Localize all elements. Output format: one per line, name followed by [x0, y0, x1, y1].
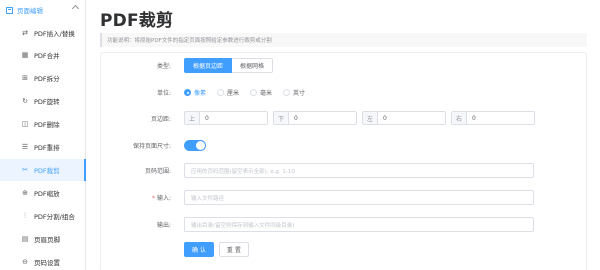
- unit-radio-cm[interactable]: 厘米: [217, 88, 239, 97]
- radio-label: 英寸: [293, 89, 306, 97]
- sidebar-group-page-edit[interactable]: 页面编辑: [0, 0, 86, 20]
- trash-icon: ◫: [21, 119, 29, 128]
- zoom-icon: ⊕: [22, 188, 28, 197]
- margin-top-prefix: 上: [185, 112, 200, 124]
- page-number-icon: ⊖: [22, 257, 28, 266]
- sidebar-item-reorder[interactable]: ☰ PDF重排: [0, 136, 86, 158]
- sidebar-group-label: 页面编辑: [17, 7, 43, 15]
- sidebar-item-label: PDF分割/组合: [34, 213, 75, 221]
- sidebar-item-label: PDF删除: [34, 121, 60, 129]
- sidebar-item-zoom[interactable]: ⊕ PDF缩放: [0, 182, 86, 204]
- chevron-up-icon: [71, 4, 80, 13]
- actions-row: 确 认 重 置: [101, 242, 588, 257]
- list-icon: ☰: [21, 142, 29, 151]
- split-icon: ⊞: [22, 73, 28, 82]
- keep-size-label: 保持页面尺寸:: [132, 142, 171, 150]
- sidebar-item-split-combine[interactable]: ⫶ PDF分割/组合: [0, 205, 86, 227]
- sidebar-item-label: PDF裁剪: [34, 167, 60, 175]
- radio-checked-icon: [184, 88, 191, 96]
- output-row: 输出: 输出目录(留空则保存到输入文件同级目录): [101, 217, 588, 232]
- confirm-button[interactable]: 确 认: [184, 242, 214, 257]
- sidebar-item-label: 页码设置: [34, 259, 60, 267]
- radio-icon: [217, 88, 225, 96]
- sidebar-item-crop[interactable]: ✂ PDF裁剪: [0, 159, 86, 181]
- scissors-icon: ✂: [22, 165, 28, 174]
- sidebar-item-insert-replace[interactable]: ⇄ PDF插入/替换: [0, 22, 86, 44]
- keep-size-row: 保持页面尺寸:: [101, 139, 588, 151]
- type-row: 类型: 根据页边距 根据网格: [101, 58, 588, 73]
- page-range-label: 页码范围:: [144, 168, 171, 175]
- radio-label: 厘米: [227, 89, 240, 97]
- unit-label: 单位:: [156, 89, 171, 97]
- margin-label: 页边距:: [150, 115, 171, 123]
- output-dir-input[interactable]: 输出目录(留空则保存到输入文件同级目录): [184, 217, 534, 232]
- main-content: PDF裁剪 功能说明：将原始PDF文件的指定页面按照给定参数进行裁剪或分割 类型…: [87, 0, 600, 270]
- swap-icon: ⇄: [22, 28, 28, 37]
- margin-left-input[interactable]: 左 0: [362, 111, 446, 125]
- sidebar-item-merge[interactable]: ▦ PDF合并: [0, 44, 86, 66]
- unit-row: 单位: 像素 厘米 毫米 英寸: [101, 86, 588, 98]
- margin-inputs: 上 0 下 0 左 0 右 0: [184, 111, 540, 125]
- unit-radio-group: 像素 厘米 毫米 英寸: [184, 88, 316, 97]
- function-description: 功能说明：将原始PDF文件的指定页面按照给定参数进行裁剪或分割: [100, 33, 587, 47]
- radio-icon: [250, 88, 258, 96]
- unit-radio-pixel[interactable]: 像素: [184, 88, 206, 97]
- margin-right-input[interactable]: 右 0: [451, 111, 535, 125]
- sidebar-item-label: 页眉页脚: [34, 236, 60, 244]
- sidebar-item-label: PDF重排: [34, 144, 60, 152]
- margin-top-value[interactable]: 0: [200, 115, 209, 122]
- radio-label: 毫米: [260, 89, 273, 97]
- type-label: 类型:: [156, 63, 171, 70]
- required-mark: *: [151, 195, 155, 202]
- margin-bottom-value[interactable]: 0: [289, 115, 298, 122]
- input-label-text: 输入:: [156, 195, 171, 202]
- page-title: PDF裁剪: [100, 11, 174, 31]
- crop-form-card: 类型: 根据页边距 根据网格 单位: 像素 厘米 毫米 英寸 页边距: 上 0 …: [100, 52, 587, 270]
- type-option-grid[interactable]: 根据网格: [232, 58, 274, 73]
- header-footer-icon: ▤: [21, 234, 29, 243]
- margin-right-value[interactable]: 0: [467, 115, 476, 122]
- sidebar-item-label: PDF插入/替换: [34, 30, 75, 38]
- output-label: 输出:: [156, 222, 171, 229]
- type-option-margin[interactable]: 根据页边距: [184, 58, 233, 73]
- sidebar-item-label: PDF旋转: [34, 98, 60, 106]
- edit-icon: [6, 6, 13, 14]
- margin-right-prefix: 右: [452, 112, 467, 124]
- keep-size-toggle[interactable]: [184, 139, 206, 151]
- margin-left-value[interactable]: 0: [378, 115, 387, 122]
- margin-top-input[interactable]: 上 0: [184, 111, 268, 125]
- reset-button[interactable]: 重 置: [218, 242, 249, 257]
- grid-icon: ▦: [21, 50, 29, 59]
- sidebar-item-label: PDF缩放: [34, 190, 60, 198]
- sidebar-item-split[interactable]: ⊞ PDF拆分: [0, 67, 86, 89]
- type-segmented: 根据页边距 根据网格: [184, 58, 274, 73]
- unit-radio-inch[interactable]: 英寸: [283, 88, 305, 97]
- margin-row: 页边距: 上 0 下 0 左 0 右 0: [101, 111, 588, 125]
- radio-label: 像素: [194, 89, 207, 97]
- radio-icon: [283, 88, 291, 96]
- sidebar-item-page-number[interactable]: ⊖ 页码设置: [0, 251, 86, 270]
- rotate-icon: ↻: [22, 96, 28, 105]
- margin-left-prefix: 左: [363, 112, 378, 124]
- page-range-row: 页码范围: 应用的页码范围(留空表示全部), e.g. 1-10: [101, 163, 588, 178]
- sidebar-item-header-footer[interactable]: ▤ 页眉页脚: [0, 228, 86, 250]
- sidebar-item-label: PDF合并: [34, 52, 60, 60]
- page-range-input[interactable]: 应用的页码范围(留空表示全部), e.g. 1-10: [184, 163, 534, 178]
- sidebar-item-label: PDF拆分: [34, 75, 60, 83]
- input-file-row: * 输入: 输入文件路径: [101, 190, 588, 205]
- sidebar-item-rotate[interactable]: ↻ PDF旋转: [0, 90, 86, 112]
- sidebar-item-delete[interactable]: ◫ PDF删除: [0, 113, 86, 135]
- margin-bottom-input[interactable]: 下 0: [273, 111, 357, 125]
- unit-radio-mm[interactable]: 毫米: [250, 88, 272, 97]
- sidebar: 页面编辑 ⇄ PDF插入/替换 ▦ PDF合并 ⊞ PDF拆分 ↻ PDF旋转 …: [0, 0, 86, 270]
- input-label: * 输入:: [101, 193, 171, 202]
- split-combine-icon: ⫶: [24, 211, 26, 220]
- margin-bottom-prefix: 下: [274, 112, 289, 124]
- input-file-path[interactable]: 输入文件路径: [184, 190, 534, 205]
